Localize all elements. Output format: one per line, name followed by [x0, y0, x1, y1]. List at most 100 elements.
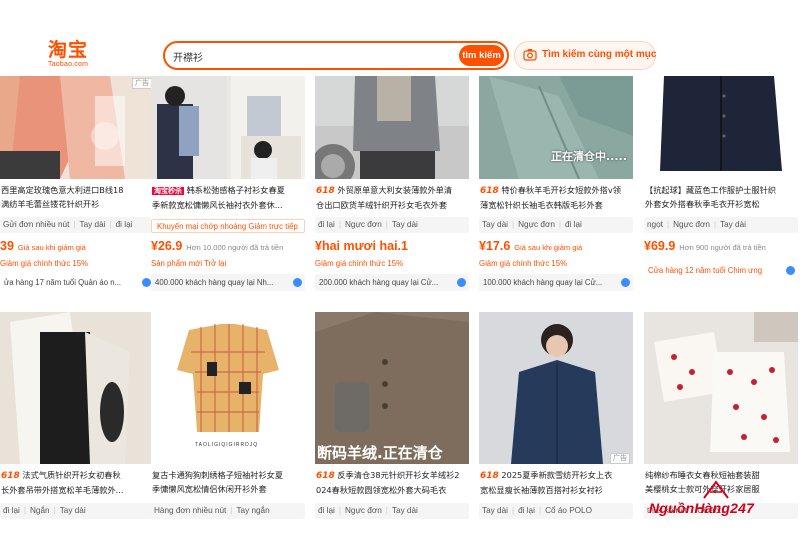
product-image[interactable]: 正在清仓中..... [479, 76, 633, 179]
shop-arrow-icon [621, 278, 630, 287]
product-title[interactable]: 618 反季清仓38元针织开衫女羊绒衫2 024春秋短款圆领宽松外套大码毛衣 [316, 468, 469, 498]
product-title[interactable]: 西里高定玫瑰色意大利进口B线18 满纺羊毛蕾丝镂花针织开衫 [1, 183, 154, 213]
title-text: 西里高定玫瑰色意大利进口B线18 满纺羊毛蕾丝镂花针织开衫 [1, 185, 124, 209]
tag: đi lại [555, 220, 582, 229]
tag: Tay ngắn [226, 506, 269, 515]
618-badge: 618 [316, 471, 335, 481]
tag: Tay dài [50, 506, 86, 515]
product-card[interactable]: 618 法式气质针织开衫女初春秋 长外套吊带外搭宽松羊毛薄款外... đi lạ… [0, 312, 154, 535]
product-card[interactable]: 淘宝秒杀 韩系松弛感格子衬衫女春夏 季新款宽松慵懒风长袖衬衣外套休... Khu… [151, 76, 305, 302]
product-card[interactable]: 618 外贸原单意大利女装薄款外单清 仓出口欧货羊绒针织开衫女毛衣外套 đi l… [315, 76, 469, 302]
product-image[interactable]: 广告 [0, 76, 154, 179]
product-card[interactable]: 断码羊绒.正在清仓 618 反季清仓38元针织开衫女羊绒衫2 024春秋短款圆领… [315, 312, 469, 535]
tag: Ngắn [20, 506, 50, 515]
shop-arrow-icon [142, 278, 151, 287]
shop-arrow-icon [457, 278, 466, 287]
product-card[interactable]: 【抗起球】藏蓝色工作服护士服针织 外套女外搭春秋季毛衣开衫宽松 ngọtNgực… [644, 76, 798, 302]
promo-text: Giảm giá chính thức 15% [479, 259, 567, 268]
shop-label: 200.000 khách hàng quay lại Cử... [319, 278, 439, 287]
attribute-tags: Tay dàiđi lạiCổ áo POLO [479, 503, 633, 519]
shop-info[interactable]: 200.000 khách hàng quay lại Cử... [315, 274, 469, 291]
tag: Ngực đơn [335, 506, 382, 515]
attribute-tags: đi lạiNgực đơnTay dài [315, 217, 469, 233]
product-title[interactable]: 618 2025夏季新款雪纺开衫女上衣 宽松显瘦长袖薄款百搭衬衫女衬衫 [480, 468, 633, 498]
shop-arrow-icon [786, 266, 795, 275]
product-card[interactable]: TAOLIGIQIGIRRDJQ 复古卡通狗狗刺绣格子短袖衬衫女夏 季慵懒风宽松… [151, 312, 305, 535]
product-image[interactable] [315, 76, 469, 179]
tag: Tay dài [69, 220, 105, 229]
price: ¥hai mươi hai.1 [315, 239, 408, 253]
tag: đi lại [318, 220, 335, 229]
header: 淘宝 Taobao.com tìm kiếm Tìm kiếm cùng một… [0, 0, 800, 76]
tag: Tay dài [382, 220, 418, 229]
watermark-logo-icon [703, 480, 729, 499]
logo-en: Taobao.com [48, 61, 89, 68]
attribute-tags: Gửi đơn nhiều nútTay dàiđi lại [0, 217, 154, 233]
product-image[interactable] [0, 312, 154, 464]
watermark: NguồnHàng247 [640, 480, 780, 524]
price-line: ¥26.9 Hơn 10.000 người đã trả tiền [151, 238, 305, 254]
product-image[interactable]: 断码羊绒.正在清仓 [315, 312, 469, 464]
ad-badge: 广告 [610, 453, 630, 464]
camera-icon [523, 49, 537, 61]
attribute-tags: đi lạiNgắnTay dài [0, 503, 154, 519]
shop-info[interactable]: ửa hàng 17 năm tuổi Quản áo n... [0, 274, 154, 291]
image-caption: TAOLIGIQIGIRRDJQ [195, 442, 259, 448]
tag: Gửi đơn nhiều nút [3, 220, 70, 229]
shop-label: Cửa hàng 12 năm tuổi Chim ưng [648, 266, 763, 275]
price: ¥69.9 [644, 239, 676, 253]
tag: Ngực đơn [663, 220, 710, 229]
tag: Ngực đơn [335, 220, 382, 229]
product-card[interactable]: 正在清仓中..... 618 特价春秋羊毛开衫女短款外搭v领 薄宽松针织长袖毛衣… [479, 76, 633, 302]
product-image[interactable] [151, 76, 305, 179]
shop-arrow-icon [293, 278, 302, 287]
price-note: Hơn 10.000 người đã trả tiền [186, 243, 284, 252]
promo-text: Giảm giá chính thức 15% [0, 259, 88, 268]
price: ¥17.6 [479, 239, 511, 253]
title-text: 法式气质针织开衫女初春秋 长外套吊带外搭宽松羊毛薄款外... [1, 470, 124, 495]
product-card[interactable]: 广告 618 2025夏季新款雪纺开衫女上衣 宽松显瘦长袖薄款百搭衬衫女衬衫 T… [479, 312, 633, 535]
product-title[interactable]: 618 特价春秋羊毛开衫女短款外搭v领 薄宽松针织长袖毛衣韩版毛衫外套 [480, 183, 633, 213]
618-badge: 618 [480, 186, 499, 196]
product-title[interactable]: 复古卡通狗狗刺绣格子短袖衬衫女夏 季慵懒风宽松情侣休闲开衫外套 [152, 468, 305, 498]
618-badge: 618 [316, 186, 335, 196]
product-image[interactable] [644, 76, 798, 179]
watermark-text: NguồnHàng247 [649, 500, 755, 516]
product-title[interactable]: 淘宝秒杀 韩系松弛感格子衬衫女春夏 季新款宽松慵懒风长袖衬衣外套休... [152, 183, 305, 213]
image-search-button[interactable]: Tìm kiếm cùng một mục [514, 41, 656, 70]
tag: Tay dài [382, 506, 418, 515]
logo-cn: 淘宝 [48, 39, 89, 61]
shop-info[interactable]: 100.000 khách hàng quay lại Cử... [479, 274, 633, 291]
product-image[interactable] [644, 312, 798, 464]
price-note: Hơn 900 người đã trả tiền [679, 243, 766, 252]
product-title[interactable]: 618 法式气质针织开衫女初春秋 长外套吊带外搭宽松羊毛薄款外... [1, 468, 154, 498]
shop-info[interactable]: 400.000 khách hàng quay lại Nh... [151, 274, 305, 291]
taobao-logo[interactable]: 淘宝 Taobao.com [48, 40, 96, 68]
ad-badge: 广告 [132, 78, 152, 89]
tag: đi lại [3, 506, 20, 515]
tag: đi lại [105, 220, 132, 229]
flash-sale-badge: 淘宝秒杀 [152, 187, 184, 195]
tag: ngọt [647, 220, 663, 229]
attribute-tags: ngọtNgực đơnTay dài [644, 217, 798, 233]
price-line: ¥hai mươi hai.1 [315, 238, 469, 254]
tag: Tay dài [482, 506, 508, 515]
product-image[interactable]: TAOLIGIQIGIRRDJQ [151, 312, 305, 464]
price-note: Giá sau khi giảm giá [514, 243, 583, 252]
title-text: 复古卡通狗狗刺绣格子短袖衬衫女夏 季慵懒风宽松情侣休闲开衫外套 [152, 470, 284, 494]
search-button[interactable]: tìm kiếm [459, 45, 504, 66]
product-title[interactable]: 【抗起球】藏蓝色工作服护士服针织 外套女外搭春秋季毛衣开衫宽松 [645, 183, 798, 213]
product-card[interactable]: 广告 西里高定玫瑰色意大利进口B线18 满纺羊毛蕾丝镂花针织开衫 Gửi đơn… [0, 76, 154, 302]
price: ¥26.9 [151, 239, 183, 253]
shop-info[interactable]: Cửa hàng 12 năm tuổi Chim ưng [644, 262, 798, 279]
tag: đi lại [318, 506, 335, 515]
clearance-overlay: 断码羊绒.正在清仓 [317, 444, 443, 462]
product-title[interactable]: 618 外贸原单意大利女装薄款外单清 仓出口欧货羊绒针织开衫女毛衣外套 [316, 183, 469, 213]
title-text: 外贸原单意大利女装薄款外单清 仓出口欧货羊绒针织开衫女毛衣外套 [316, 185, 453, 210]
title-text: 2025夏季新款雪纺开衫女上衣 宽松显瘦长袖薄款百搭衬衫女衬衫 [480, 470, 613, 495]
shop-label: 100.000 khách hàng quay lại Cử... [483, 278, 603, 287]
price-line: ¥17.6 Giá sau khi giảm giá [479, 238, 633, 254]
product-image[interactable]: 广告 [479, 312, 633, 464]
promo-badge: Khuyến mại chớp nhoáng Giảm trực tiếp [151, 219, 305, 233]
search-input[interactable] [173, 47, 453, 65]
